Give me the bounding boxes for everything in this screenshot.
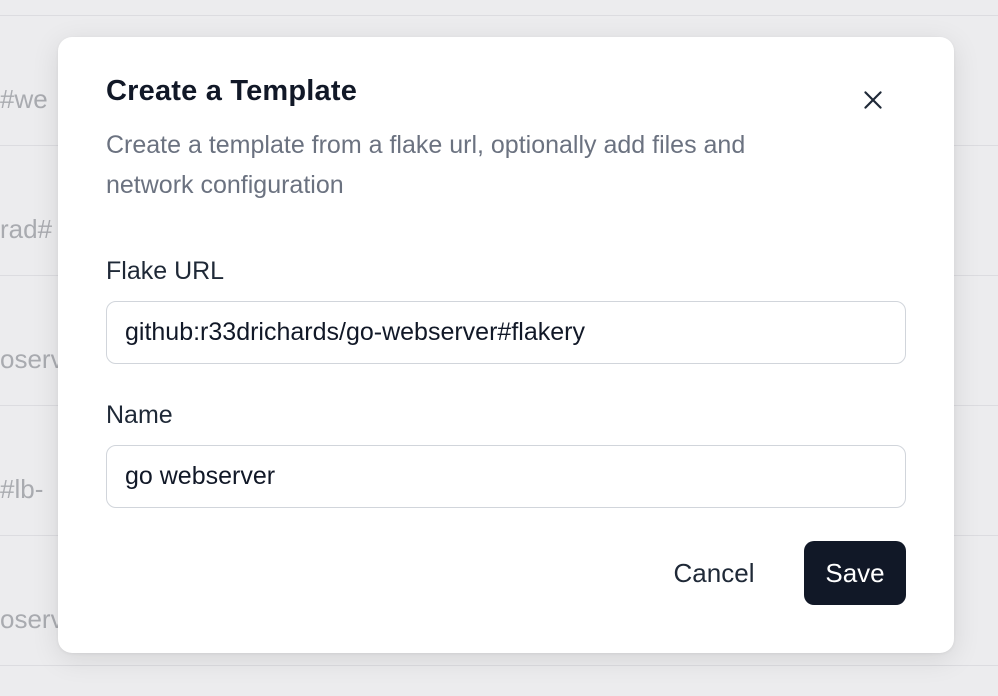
close-icon bbox=[864, 91, 882, 109]
dialog-title: Create a Template bbox=[106, 75, 358, 107]
close-button[interactable] bbox=[856, 83, 890, 117]
cancel-button[interactable]: Cancel bbox=[648, 541, 780, 605]
name-input[interactable] bbox=[106, 445, 906, 508]
flake-url-label: Flake URL bbox=[106, 257, 225, 285]
name-label: Name bbox=[106, 401, 173, 429]
flake-url-input[interactable] bbox=[106, 301, 906, 364]
create-template-dialog: Create a Template Create a template from… bbox=[58, 37, 954, 653]
dialog-description: Create a template from a flake url, opti… bbox=[106, 131, 746, 199]
save-button[interactable]: Save bbox=[804, 541, 906, 605]
